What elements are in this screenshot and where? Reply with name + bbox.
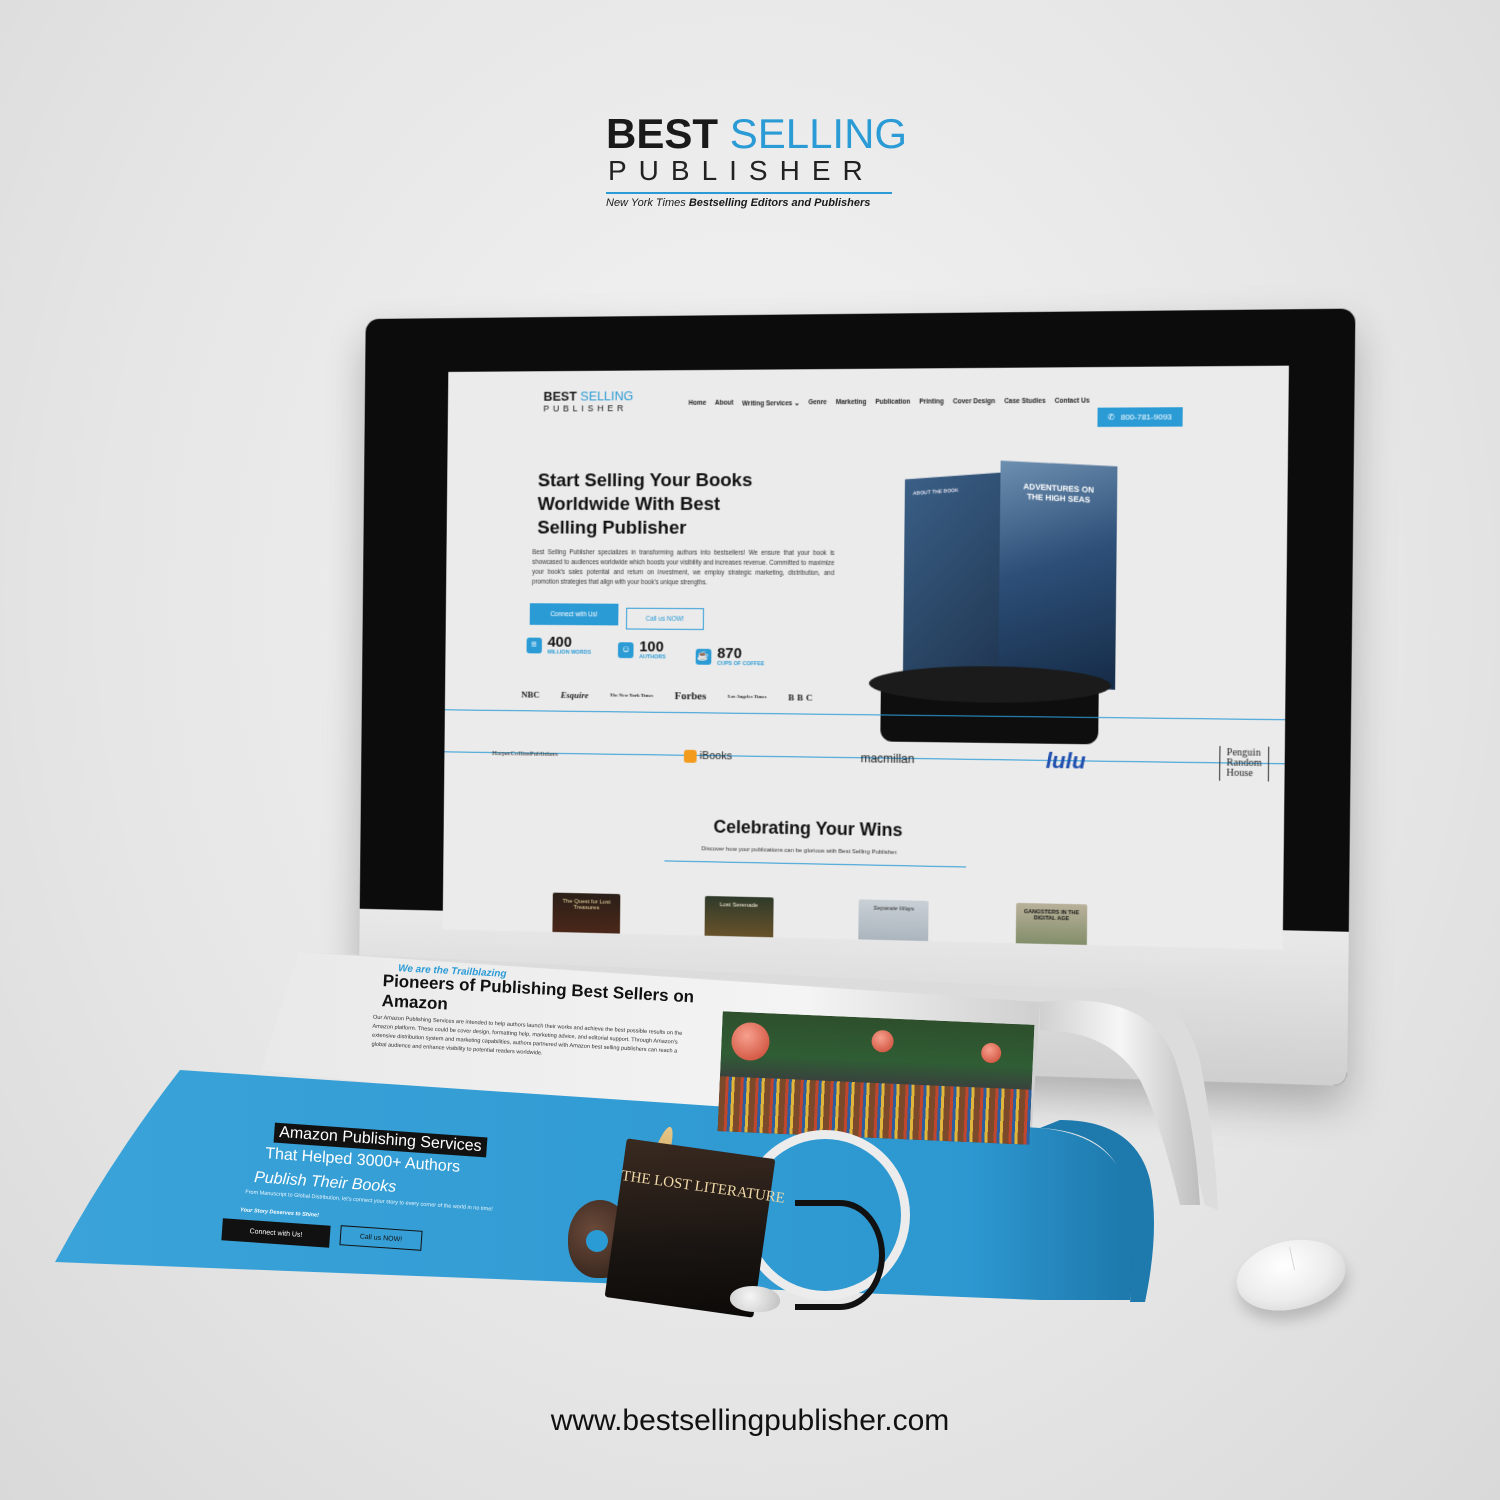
- call-button[interactable]: Call us NOW!: [626, 608, 704, 630]
- computer-mouse: [1230, 1230, 1352, 1319]
- brand-tagline-a: New York Times: [606, 197, 686, 209]
- brand-logo: BEST SELLING PUBLISHER New York Times Be…: [606, 112, 896, 209]
- book-cover-2-title: Lost Serenade: [704, 896, 773, 909]
- partner-ibooks: iBooks: [684, 749, 732, 763]
- press-la-times: Los Angeles Times: [728, 694, 767, 699]
- divider-1: [445, 709, 1285, 720]
- nav-genre[interactable]: Genre: [808, 399, 827, 407]
- wins-underline: [664, 860, 966, 867]
- mouse-button-seam: [1245, 1247, 1295, 1280]
- monitor: BEST SELLING PUBLISHER Home About Writin…: [358, 309, 1355, 1086]
- partner-ibooks-label: iBooks: [700, 750, 732, 762]
- partner-lulu: lulu: [1046, 748, 1086, 775]
- nav-about[interactable]: About: [715, 400, 733, 408]
- nav-printing[interactable]: Printing: [919, 398, 944, 406]
- coffee-icon: ☕: [696, 648, 712, 664]
- stat-words-num: 400: [548, 635, 592, 650]
- nav-case-studies[interactable]: Case Studies: [1004, 398, 1045, 406]
- press-logos: NBC Esquire The New York Times Forbes Lo…: [521, 689, 815, 704]
- book-cover-4[interactable]: GANGSTERS IN THE DIGITAL AGE: [1015, 903, 1087, 950]
- stat-authors-num: 100: [639, 639, 666, 654]
- book-cover-1-title: The Quest for Lost Treasures: [553, 893, 621, 912]
- book-pedestal: [868, 665, 1111, 748]
- stat-words-label: MILLION WORDS: [548, 650, 592, 656]
- site-nav: Home About Writing Services ⌄ Genre Mark…: [689, 398, 1090, 408]
- hero-title: Start Selling Your Books Worldwide With …: [537, 469, 771, 541]
- nav-contact-us[interactable]: Contact Us: [1055, 398, 1090, 406]
- press-bbc: BBC: [788, 692, 815, 702]
- phone-number: 800-781-9093: [1121, 412, 1172, 421]
- amazon-services-tagline: Your Story Deserves to Shine!: [240, 1207, 319, 1218]
- hero-book-back: ABOUT THE BOOK: [903, 472, 1006, 690]
- partner-macmillan: macmillan: [861, 751, 915, 766]
- site-logo-best: BEST: [543, 389, 576, 404]
- site-logo[interactable]: BEST SELLING PUBLISHER: [543, 390, 633, 414]
- connect-button[interactable]: Connect with Us!: [530, 603, 619, 625]
- hero-book-image: ABOUT THE BOOK ADVENTURES ON THE HIGH SE…: [903, 463, 1118, 686]
- hero-book-front: ADVENTURES ON THE HIGH SEAS: [998, 461, 1117, 690]
- nav-writing-services[interactable]: Writing Services ⌄: [742, 399, 799, 407]
- stat-words: ≡ 400 MILLION WORDS: [526, 635, 591, 656]
- site-logo-publisher: PUBLISHER: [543, 402, 633, 414]
- brand-line-1: BEST SELLING: [606, 112, 896, 156]
- stat-authors: ☺ 100 AUTHORS: [618, 639, 666, 660]
- hero-book-title: ADVENTURES ON THE HIGH SEAS: [1015, 482, 1102, 507]
- decor-black-ring: [795, 1200, 885, 1310]
- stat-coffee: ☕ 870 CUPS OF COFFEE: [696, 646, 765, 667]
- decor-rock: [730, 1286, 780, 1312]
- brand-tagline-b: Bestselling Editors and Publishers: [689, 197, 871, 209]
- bookstore-photo: [718, 1011, 1035, 1144]
- stat-authors-label: AUTHORS: [639, 654, 665, 660]
- authors-icon: ☺: [618, 642, 634, 658]
- paper-connect-button[interactable]: Connect with Us!: [221, 1218, 330, 1247]
- nav-home[interactable]: Home: [689, 400, 707, 408]
- brand-rule: [606, 192, 892, 194]
- wins-subtitle: Discover how your publications can be gl…: [701, 846, 897, 856]
- nav-cover-design[interactable]: Cover Design: [953, 398, 995, 406]
- stat-coffee-label: CUPS OF COFFEE: [717, 661, 764, 667]
- hero-paragraph: Best Selling Publisher specializes in tr…: [532, 548, 835, 589]
- partner-penguin: Penguin Random House: [1219, 746, 1269, 781]
- brand-tagline: New York Times Bestselling Editors and P…: [606, 197, 896, 209]
- press-forbes: Forbes: [675, 690, 707, 702]
- paper-call-button[interactable]: Call us NOW!: [339, 1225, 422, 1251]
- press-nyt: The New York Times: [610, 693, 653, 698]
- brand-word-selling: SELLING: [730, 110, 907, 157]
- decor-vase-hole: [586, 1230, 608, 1252]
- wins-title: Celebrating Your Wins: [713, 817, 902, 841]
- site-logo-selling: SELLING: [580, 388, 633, 403]
- nav-marketing[interactable]: Marketing: [836, 399, 867, 407]
- ibooks-icon: [684, 749, 697, 762]
- penguin-line-3: House: [1226, 768, 1253, 780]
- stat-coffee-num: 870: [717, 646, 765, 661]
- phone-button[interactable]: ✆ 800-781-9093: [1097, 407, 1182, 427]
- book-cover-3-title: Separate Ways: [859, 899, 929, 913]
- words-icon: ≡: [527, 637, 542, 653]
- brand-word-publisher: PUBLISHER: [608, 156, 896, 186]
- partner-harpercollins: HarperCollinsPublishers: [492, 749, 558, 758]
- lost-literature-title: THE LOST LITERATURE: [620, 1168, 771, 1205]
- book-cover-4-title: GANGSTERS IN THE DIGITAL AGE: [1016, 903, 1087, 923]
- nav-publication[interactable]: Publication: [875, 399, 910, 407]
- partner-logos: HarperCollinsPublishers iBooks macmillan…: [492, 736, 1269, 781]
- press-nbc: NBC: [521, 690, 539, 700]
- hero-book-back-text: ABOUT THE BOOK: [913, 488, 959, 497]
- website-screen: BEST SELLING PUBLISHER Home About Writin…: [443, 366, 1289, 950]
- phone-icon: ✆: [1108, 413, 1115, 422]
- site-url[interactable]: www.bestsellingpublisher.com: [0, 1404, 1500, 1438]
- press-esquire: Esquire: [561, 690, 589, 700]
- brand-word-best: BEST: [606, 110, 718, 157]
